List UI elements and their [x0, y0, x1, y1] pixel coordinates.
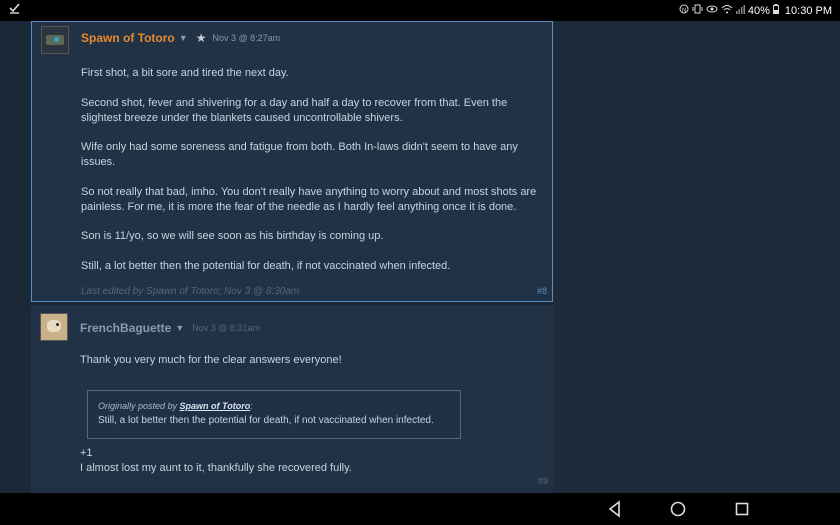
- nfc-icon: N: [679, 4, 689, 17]
- avatar[interactable]: [41, 26, 69, 54]
- battery-icon: [772, 4, 779, 17]
- post-paragraph: Wife only had some soreness and fatigue …: [81, 141, 518, 168]
- author-name[interactable]: FrenchBaguette: [80, 321, 171, 335]
- reply-line: I almost lost my aunt to it, thankfully …: [80, 462, 352, 474]
- posts-column: Spawn of Totoro ▼ ★ Nov 3 @ 8:27am First…: [31, 21, 553, 493]
- side-pane: [553, 21, 840, 493]
- clock: 10:30 PM: [784, 4, 832, 17]
- post-number[interactable]: #9: [538, 476, 548, 486]
- chevron-down-icon[interactable]: ▼: [179, 33, 188, 43]
- post-date: Nov 3 @ 8:31am: [192, 323, 260, 333]
- chevron-down-icon[interactable]: ▼: [175, 323, 184, 333]
- post-header: Spawn of Totoro ▼ ★ Nov 3 @ 8:27am: [81, 31, 280, 45]
- battery-level: 40%: [747, 4, 770, 17]
- post-body: First shot, a bit sore and tired the nex…: [81, 66, 542, 288]
- reply-text: +1 I almost lost my aunt to it, thankful…: [80, 446, 352, 476]
- post-date: Nov 3 @ 8:27am: [212, 33, 281, 43]
- forum-post: FrenchBaguette ▼ Nov 3 @ 8:31am Thank yo…: [31, 305, 553, 493]
- post-header: FrenchBaguette ▼ Nov 3 @ 8:31am: [80, 321, 260, 335]
- star-icon: ★: [195, 31, 207, 45]
- post-paragraph: Thank you very much for the clear answer…: [80, 354, 342, 366]
- forum-post: Spawn of Totoro ▼ ★ Nov 3 @ 8:27am First…: [31, 21, 553, 302]
- signal-icon: [735, 4, 745, 17]
- vibrate-icon: [692, 4, 703, 17]
- quote-text: Still, a lot better then the potential f…: [98, 415, 434, 426]
- post-number[interactable]: #8: [537, 286, 547, 296]
- reply-line: +1: [80, 447, 93, 459]
- recents-icon[interactable]: [732, 499, 752, 519]
- avatar[interactable]: [40, 313, 68, 341]
- quote-block: Originally posted by Spawn of Totoro: St…: [87, 390, 461, 439]
- post-paragraph: First shot, a bit sore and tired the nex…: [81, 67, 289, 79]
- eye-icon: [706, 4, 718, 17]
- edited-note: Last edited by Spawn of Totoro; Nov 3 @ …: [81, 286, 300, 297]
- post-paragraph: Still, a lot better then the potential f…: [81, 259, 451, 272]
- post-paragraph: Second shot, fever and shivering for a d…: [81, 96, 508, 124]
- quote-prefix: Originally posted by: [98, 401, 180, 411]
- post-body: Thank you very much for the clear answer…: [80, 353, 543, 383]
- quote-header: Originally posted by Spawn of Totoro:: [98, 400, 450, 413]
- back-icon[interactable]: [605, 499, 625, 519]
- discussion-thread[interactable]: Spawn of Totoro ▼ ★ Nov 3 @ 8:27am First…: [0, 21, 840, 493]
- status-bar: N 40% 10:30 PM: [0, 0, 840, 21]
- post-paragraph: So not really that bad, imho. You don't …: [81, 185, 537, 213]
- quote-suffix: :: [250, 401, 253, 411]
- navigation-bar: [0, 493, 840, 525]
- svg-text:N: N: [682, 8, 686, 14]
- author-name[interactable]: Spawn of Totoro: [81, 31, 175, 45]
- download-icon: [9, 3, 20, 17]
- home-icon[interactable]: [668, 499, 688, 519]
- quote-author[interactable]: Spawn of Totoro: [180, 401, 251, 411]
- post-paragraph: Son is 11/yo, so we will see soon as his…: [81, 230, 384, 242]
- wifi-icon: [721, 4, 733, 17]
